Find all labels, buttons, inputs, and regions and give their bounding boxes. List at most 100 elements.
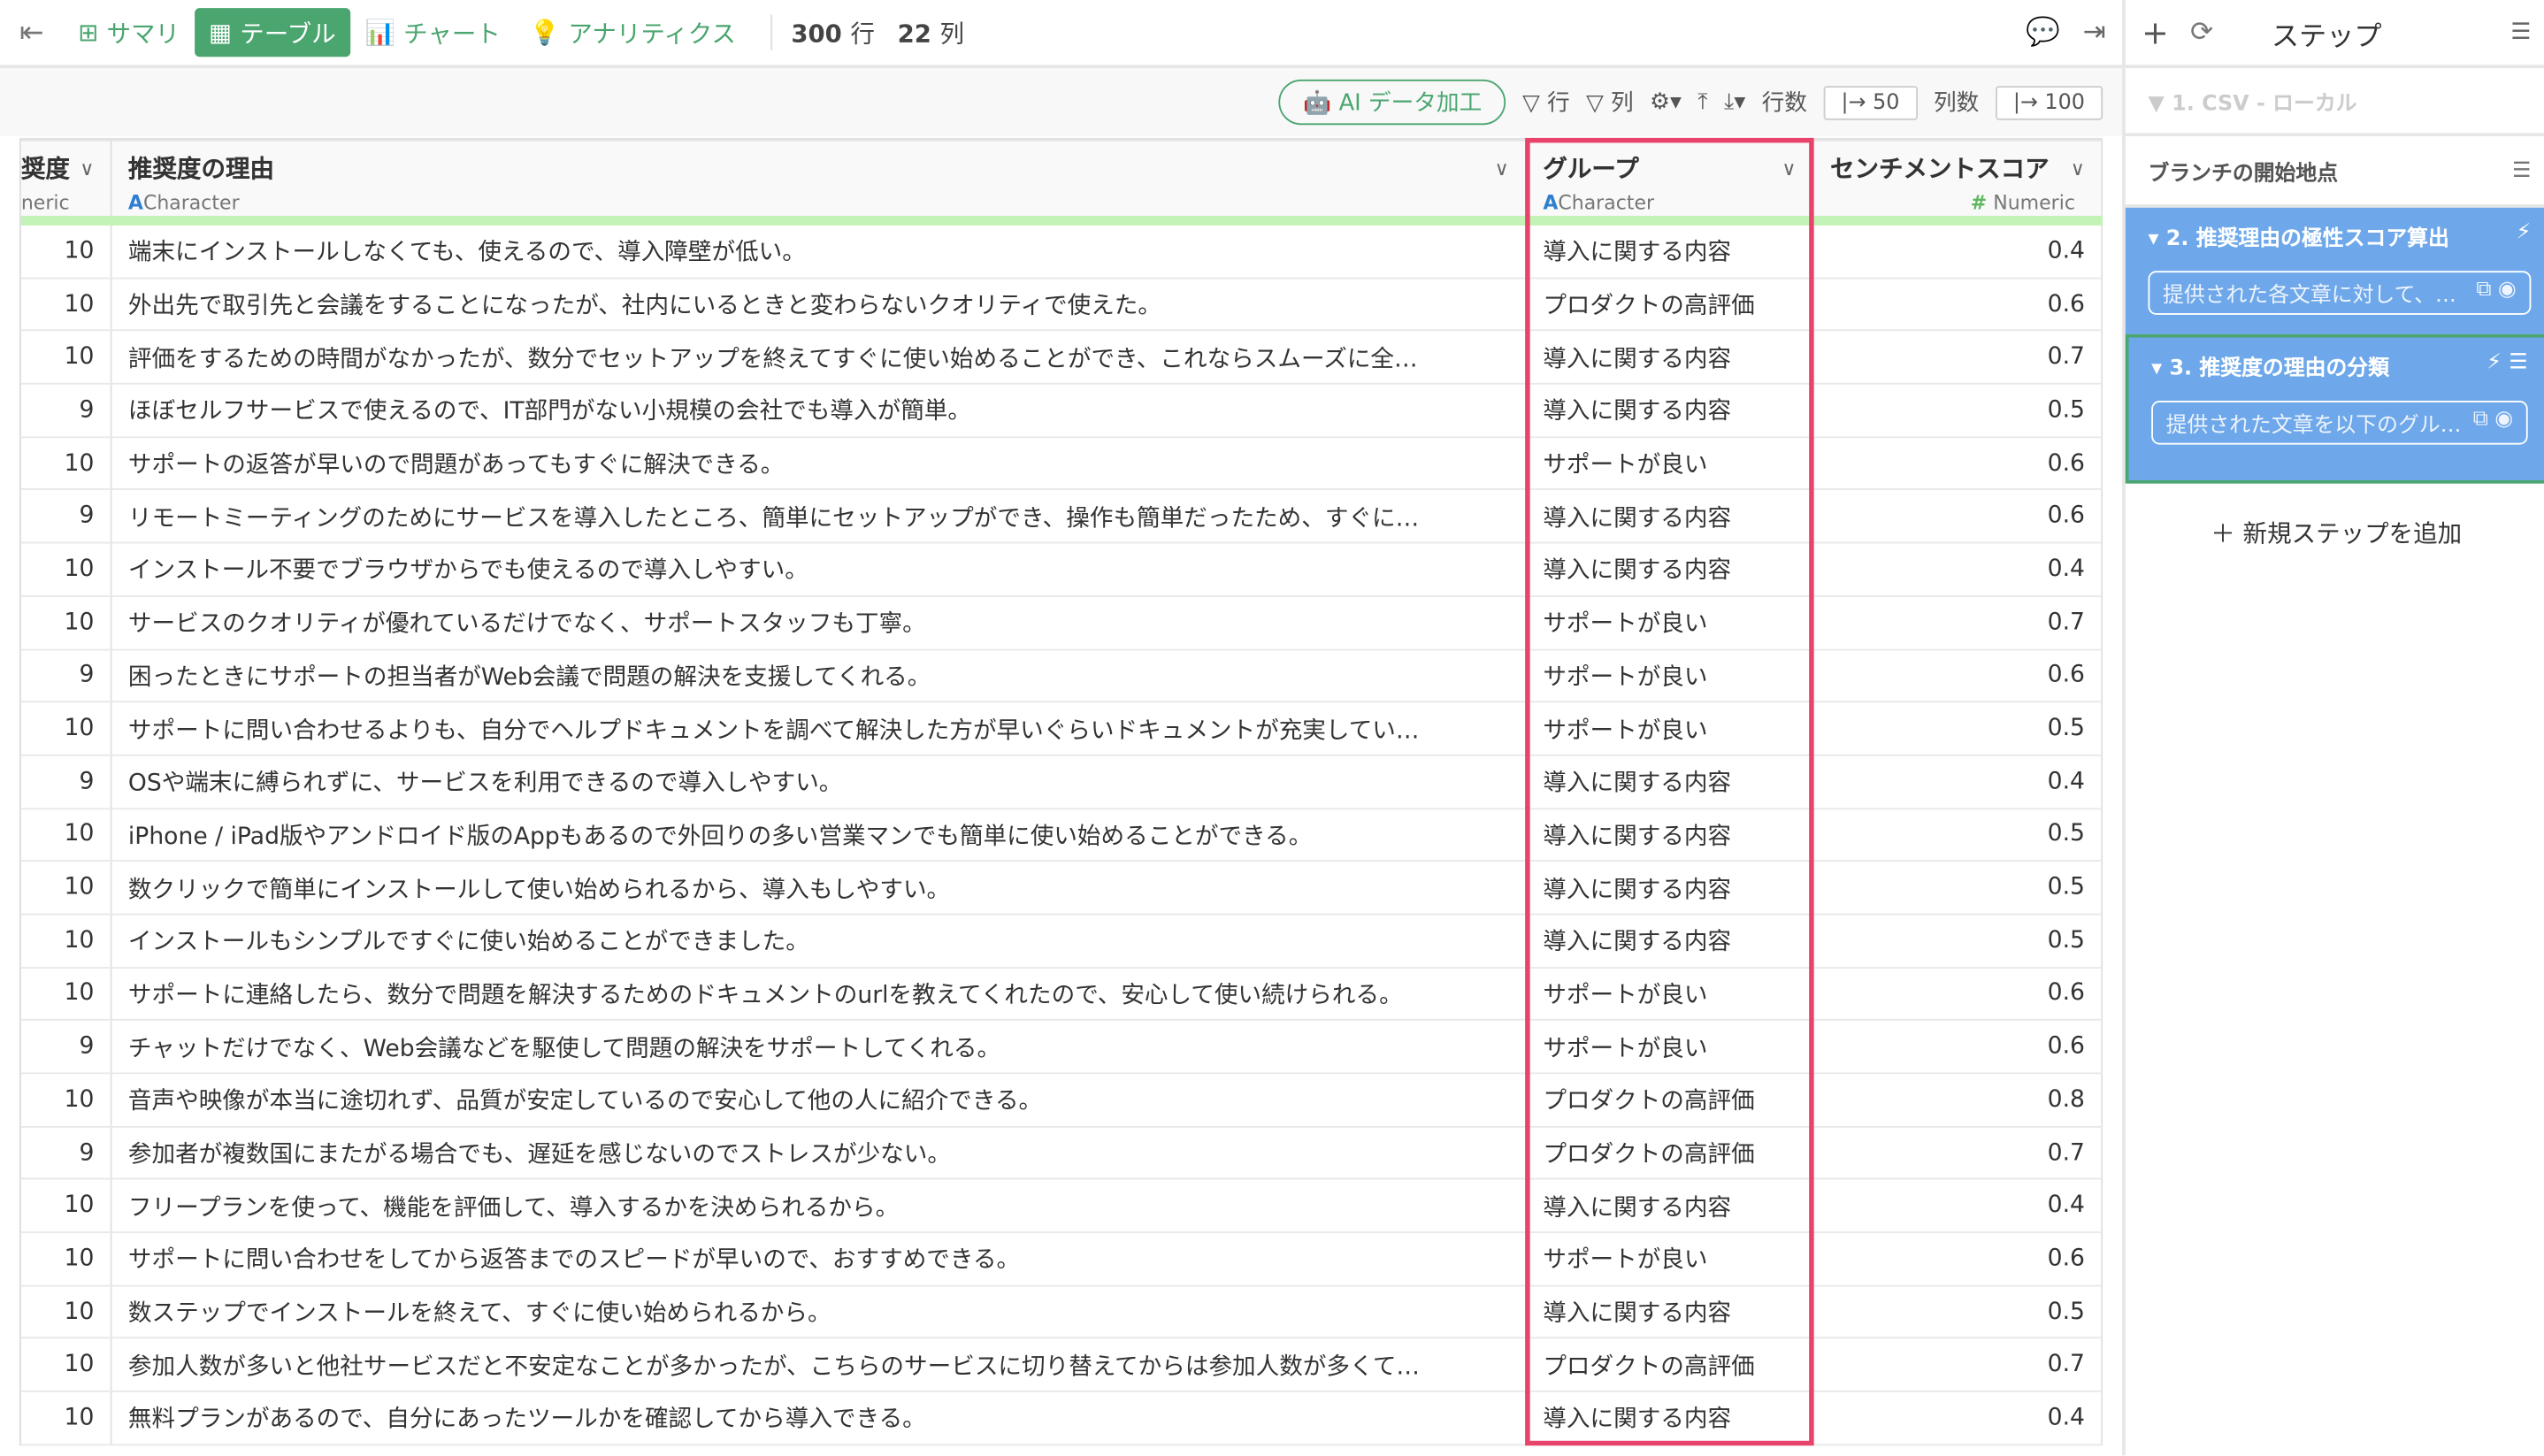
recommendation-score-cell[interactable]: 10 bbox=[21, 226, 112, 277]
recommendation-score-cell[interactable]: 10 bbox=[21, 332, 112, 383]
collapse-right-icon[interactable]: ⇥ bbox=[2083, 16, 2106, 49]
reason-cell[interactable]: 数クリックで簡単にインストールして使い始められるから、導入もしやすい。 bbox=[112, 862, 1527, 913]
sentiment-score-cell[interactable]: 0.5 bbox=[1814, 385, 2103, 436]
group-cell[interactable]: 導入に関する内容 bbox=[1527, 544, 1814, 595]
recommendation-score-cell[interactable]: 10 bbox=[21, 862, 112, 913]
column-header[interactable]: センチメントスコア# Numeric∨ bbox=[1814, 142, 2103, 216]
reason-cell[interactable]: フリープランを使って、機能を評価して、導入するかを決められるから。 bbox=[112, 1180, 1527, 1231]
group-cell[interactable]: プロダクトの高評価 bbox=[1527, 1074, 1814, 1125]
group-cell[interactable]: 導入に関する内容 bbox=[1527, 1180, 1814, 1231]
sentiment-score-cell[interactable]: 0.6 bbox=[1814, 650, 2103, 701]
group-cell[interactable]: 導入に関する内容 bbox=[1527, 332, 1814, 383]
column-count-input[interactable]: |→ 100 bbox=[1996, 85, 2103, 119]
group-cell[interactable]: プロダクトの高評価 bbox=[1527, 1127, 1814, 1178]
reason-cell[interactable]: サポートに連絡したら、数分で問題を解決するためのドキュメントのurlを教えてくれ… bbox=[112, 968, 1527, 1019]
settings-dropdown[interactable]: ⚙▾ bbox=[1650, 89, 1682, 115]
reason-cell[interactable]: インストールもシンプルですぐに使い始めることができました。 bbox=[112, 915, 1527, 966]
recommendation-score-cell[interactable]: 10 bbox=[21, 544, 112, 595]
plus-icon[interactable]: + bbox=[2142, 13, 2169, 52]
reason-cell[interactable]: 数ステップでインストールを終えて、すぐに使い始められるから。 bbox=[112, 1286, 1527, 1337]
sentiment-score-cell[interactable]: 0.4 bbox=[1814, 756, 2103, 808]
recommendation-score-cell[interactable]: 9 bbox=[21, 1021, 112, 1072]
tab-summary[interactable]: ⊞サマリ bbox=[64, 8, 195, 57]
tab-chart[interactable]: 📊チャート bbox=[350, 8, 515, 57]
reason-cell[interactable]: 参加人数が多いと他社サービスだと不安定なことが多かったが、こちらのサービスに切り… bbox=[112, 1339, 1527, 1391]
recommendation-score-cell[interactable]: 10 bbox=[21, 1286, 112, 1337]
recommendation-score-cell[interactable]: 10 bbox=[21, 1074, 112, 1125]
recommendation-score-cell[interactable]: 9 bbox=[21, 756, 112, 808]
recommendation-score-cell[interactable]: 10 bbox=[21, 915, 112, 966]
recommendation-score-cell[interactable]: 10 bbox=[21, 438, 112, 489]
column-header[interactable]: 奨度neric∨ bbox=[21, 142, 112, 216]
recommendation-score-cell[interactable]: 9 bbox=[21, 650, 112, 701]
group-cell[interactable]: 導入に関する内容 bbox=[1527, 385, 1814, 436]
sentiment-score-cell[interactable]: 0.4 bbox=[1814, 226, 2103, 277]
recommendation-score-cell[interactable]: 10 bbox=[21, 808, 112, 860]
sentiment-score-cell[interactable]: 0.5 bbox=[1814, 808, 2103, 860]
download-dropdown[interactable]: ⤓▾ bbox=[1724, 89, 1745, 115]
ai-data-processing-button[interactable]: 🤖 AI データ加工 bbox=[1279, 80, 1506, 125]
group-cell[interactable]: 導入に関する内容 bbox=[1527, 915, 1814, 966]
sentiment-score-cell[interactable]: 0.7 bbox=[1814, 332, 2103, 383]
group-cell[interactable]: サポートが良い bbox=[1527, 650, 1814, 701]
reason-cell[interactable]: 困ったときにサポートの担当者がWeb会議で問題の解決を支援してくれる。 bbox=[112, 650, 1527, 701]
recommendation-score-cell[interactable]: 9 bbox=[21, 385, 112, 436]
group-cell[interactable]: サポートが良い bbox=[1527, 438, 1814, 489]
column-header[interactable]: 推奨度の理由ACharacter∨ bbox=[112, 142, 1527, 216]
comment-icon[interactable]: 💬 bbox=[2026, 16, 2060, 49]
recommendation-score-cell[interactable]: 10 bbox=[21, 597, 112, 648]
reason-cell[interactable]: チャットだけでなく、Web会議などを駆使して問題の解決をサポートしてくれる。 bbox=[112, 1021, 1527, 1072]
group-cell[interactable]: サポートが良い bbox=[1527, 1233, 1814, 1284]
group-cell[interactable]: 導入に関する内容 bbox=[1527, 808, 1814, 860]
reason-cell[interactable]: サポートに問い合わせるよりも、自分でヘルプドキュメントを調べて解決した方が早いぐ… bbox=[112, 703, 1527, 755]
recommendation-score-cell[interactable]: 10 bbox=[21, 1339, 112, 1391]
group-cell[interactable]: サポートが良い bbox=[1527, 1021, 1814, 1072]
group-cell[interactable]: 導入に関する内容 bbox=[1527, 226, 1814, 277]
sentiment-score-cell[interactable]: 0.6 bbox=[1814, 1233, 2103, 1284]
branch-start[interactable]: ブランチの開始地点☰ bbox=[2126, 136, 2544, 208]
reason-cell[interactable]: 評価をするための時間がなかったが、数分でセットアップを終えてすぐに使い始めること… bbox=[112, 332, 1527, 383]
sentiment-score-cell[interactable]: 0.5 bbox=[1814, 1286, 2103, 1337]
column-header[interactable]: グループACharacter∨ bbox=[1527, 142, 1814, 216]
group-cell[interactable]: 導入に関する内容 bbox=[1527, 1286, 1814, 1337]
sentiment-score-cell[interactable]: 0.4 bbox=[1814, 544, 2103, 595]
sliders-icon[interactable]: ☰ bbox=[2510, 19, 2531, 45]
step-3[interactable]: ▾ 3. 推奨度の理由の分類⚡ ☰ 提供された文章を以下のグル…⧉ ◉ bbox=[2126, 334, 2544, 484]
group-cell[interactable]: サポートが良い bbox=[1527, 597, 1814, 648]
sentiment-score-cell[interactable]: 0.5 bbox=[1814, 915, 2103, 966]
group-cell[interactable]: サポートが良い bbox=[1527, 968, 1814, 1019]
back-arrow-icon[interactable]: ⇤ bbox=[0, 15, 64, 50]
refresh-icon[interactable]: ⟳ bbox=[2190, 16, 2213, 49]
reason-cell[interactable]: 端末にインストールしなくても、使えるので、導入障壁が低い。 bbox=[112, 226, 1527, 277]
group-cell[interactable]: 導入に関する内容 bbox=[1527, 756, 1814, 808]
sentiment-score-cell[interactable]: 0.7 bbox=[1814, 597, 2103, 648]
step-2[interactable]: ▾ 2. 推奨理由の極性スコア算出⚡ 提供された各文章に対して、…⧉ ◉ bbox=[2126, 208, 2544, 334]
sentiment-score-cell[interactable]: 0.7 bbox=[1814, 1127, 2103, 1178]
recommendation-score-cell[interactable]: 9 bbox=[21, 1127, 112, 1178]
row-count-input[interactable]: |→ 50 bbox=[1823, 85, 1917, 119]
filter-columns-button[interactable]: ▽ 列 bbox=[1586, 86, 1634, 119]
recommendation-score-cell[interactable]: 10 bbox=[21, 279, 112, 330]
group-cell[interactable]: 導入に関する内容 bbox=[1527, 862, 1814, 913]
sentiment-score-cell[interactable]: 0.7 bbox=[1814, 1339, 2103, 1391]
recommendation-score-cell[interactable]: 10 bbox=[21, 703, 112, 755]
sentiment-score-cell[interactable]: 0.4 bbox=[1814, 1180, 2103, 1231]
group-cell[interactable]: 導入に関する内容 bbox=[1527, 491, 1814, 542]
reason-cell[interactable]: リモートミーティングのためにサービスを導入したところ、簡単にセットアップができ、… bbox=[112, 491, 1527, 542]
recommendation-score-cell[interactable]: 9 bbox=[21, 491, 112, 542]
filter-rows-button[interactable]: ▽ 行 bbox=[1522, 86, 1570, 119]
sentiment-score-cell[interactable]: 0.8 bbox=[1814, 1074, 2103, 1125]
sentiment-score-cell[interactable]: 0.5 bbox=[1814, 862, 2103, 913]
reason-cell[interactable]: 無料プランがあるので、自分にあったツールかを確認してから導入できる。 bbox=[112, 1392, 1527, 1444]
reason-cell[interactable]: 音声や映像が本当に途切れず、品質が安定しているので安心して他の人に紹介できる。 bbox=[112, 1074, 1527, 1125]
sentiment-score-cell[interactable]: 0.4 bbox=[1814, 1392, 2103, 1444]
reason-cell[interactable]: 外出先で取引先と会議をすることになったが、社内にいるときと変わらないクオリティで… bbox=[112, 279, 1527, 330]
reason-cell[interactable]: インストール不要でブラウザからでも使えるので導入しやすい。 bbox=[112, 544, 1527, 595]
recommendation-score-cell[interactable]: 10 bbox=[21, 1233, 112, 1284]
upload-icon[interactable]: ⤒ bbox=[1697, 89, 1707, 115]
reason-cell[interactable]: OSや端末に縛られずに、サービスを利用できるので導入しやすい。 bbox=[112, 756, 1527, 808]
reason-cell[interactable]: ほぼセルフサービスで使えるので、IT部門がない小規模の会社でも導入が簡単。 bbox=[112, 385, 1527, 436]
sentiment-score-cell[interactable]: 0.5 bbox=[1814, 703, 2103, 755]
step-1[interactable]: ▼ 1. CSV - ローカル bbox=[2126, 68, 2544, 136]
sentiment-score-cell[interactable]: 0.6 bbox=[1814, 279, 2103, 330]
